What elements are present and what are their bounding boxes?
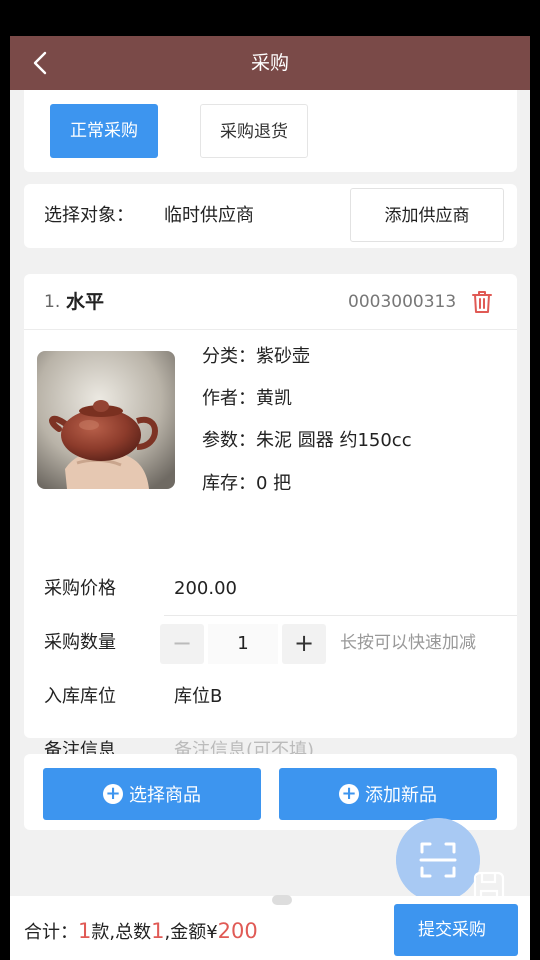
location-label: 入库库位 [44, 686, 116, 707]
price-input[interactable]: 200.00 [174, 562, 237, 616]
add-new-product-label: 添加新品 [365, 785, 437, 806]
product-author: 作者：黄凯 [202, 388, 292, 409]
product-index: 1. [44, 292, 61, 312]
product-code: 0003000313 [348, 292, 457, 312]
product-name: 水平 [66, 291, 105, 313]
quantity-row: 采购数量 − 1 + 长按可以快速加减 [24, 616, 517, 670]
product-header: 1. 水平 0003000313 [24, 274, 517, 330]
title-bar: 采购 [10, 36, 530, 90]
product-card: 1. 水平 0003000313 分类：紫砂壶 作者：黄凯 参数：朱泥 圆器 约… [24, 274, 517, 778]
tab-normal-purchase[interactable]: 正常采购 [50, 104, 158, 158]
purchase-screen: 采购 正常采购 采购退货 选择对象： 临时供应商 添加供应商 1. 水平 000… [10, 36, 530, 960]
footer-bar: 合计：1款,总数1,金额¥200 提交采购 [10, 896, 530, 960]
total-prefix: 合计： [24, 922, 78, 943]
quantity-input[interactable]: 1 [208, 624, 278, 664]
quantity-hint: 长按可以快速加减 [340, 633, 476, 653]
quantity-label: 采购数量 [44, 632, 116, 653]
trash-icon[interactable] [470, 289, 494, 315]
total-summary: 合计：1款,总数1,金额¥200 [24, 896, 258, 960]
target-selector: 选择对象： 临时供应商 添加供应商 [24, 184, 517, 248]
add-new-product-button[interactable]: + 添加新品 [279, 768, 497, 820]
page-title: 采购 [250, 52, 289, 74]
scan-icon[interactable] [396, 818, 480, 902]
target-label: 选择对象： [44, 205, 134, 226]
product-stock: 库存：0 把 [202, 473, 292, 494]
price-row: 采购价格 200.00 [24, 562, 517, 616]
product-image [37, 351, 175, 489]
total-quantity: 1 [151, 919, 165, 943]
save-icon[interactable] [472, 870, 506, 904]
tab-purchase-return[interactable]: 采购退货 [200, 104, 308, 158]
increment-button[interactable]: + [282, 624, 326, 664]
select-product-button[interactable]: + 选择商品 [43, 768, 261, 820]
total-amount: 200 [217, 919, 258, 943]
submit-purchase-button[interactable]: 提交采购 [394, 904, 518, 956]
decrement-button[interactable]: − [160, 624, 204, 664]
price-label: 采购价格 [44, 578, 116, 599]
product-params: 参数：朱泥 圆器 约150cc [202, 430, 412, 451]
location-row: 入库库位 库位B [24, 670, 517, 724]
add-supplier-button[interactable]: 添加供应商 [350, 188, 504, 242]
location-select[interactable]: 库位B [174, 670, 222, 724]
count-suffix: 款,总数 [91, 922, 152, 943]
target-value[interactable]: 临时供应商 [164, 184, 254, 248]
plus-circle-icon: + [103, 784, 123, 804]
select-product-label: 选择商品 [129, 785, 201, 806]
total-count: 1 [78, 919, 92, 943]
quantity-stepper: − 1 + [160, 624, 326, 664]
plus-circle-icon: + [339, 784, 359, 804]
purchase-type-tabs: 正常采购 采购退货 [24, 90, 517, 172]
amount-prefix: ,金额¥ [164, 922, 218, 943]
product-category: 分类：紫砂壶 [202, 346, 310, 367]
handle-indicator [272, 895, 292, 905]
